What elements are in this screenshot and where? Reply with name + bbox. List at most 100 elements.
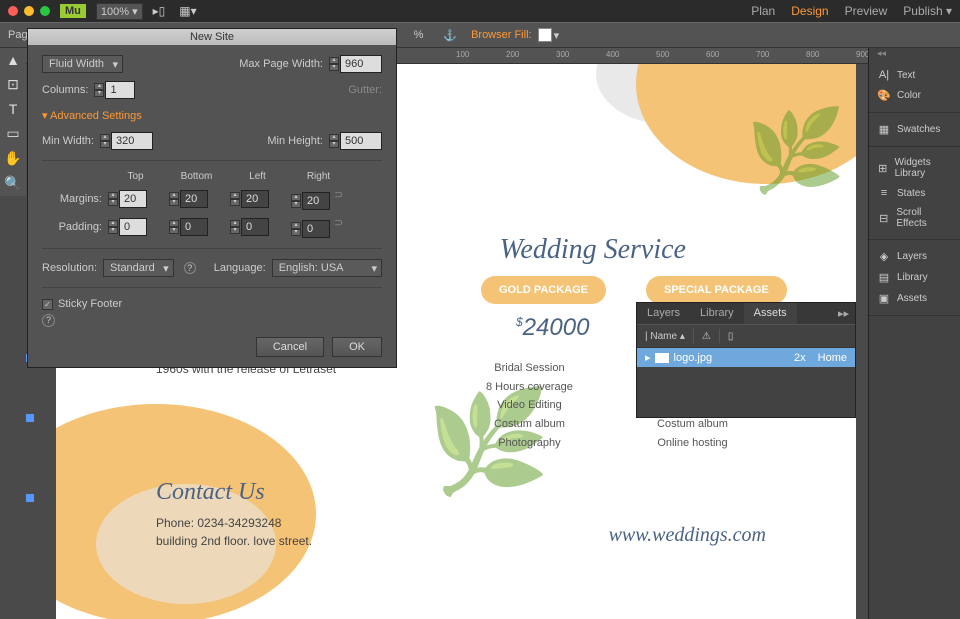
view-mode-icon[interactable]: ▦▾ — [175, 4, 200, 18]
asset-filename: logo.jpg — [674, 352, 713, 364]
title-bar: Mu 100% ▾ ▸▯ ▦▾ Plan Design Preview Publ… — [0, 0, 960, 22]
dialog-title: New Site — [28, 29, 396, 45]
min-width-label: Min Width: — [42, 135, 94, 147]
margins-label: Margins: — [42, 193, 102, 205]
nav-plan[interactable]: Plan — [751, 4, 775, 18]
nav-preview[interactable]: Preview — [845, 4, 888, 18]
panel-text[interactable]: A|Text — [869, 65, 960, 85]
warning-column-icon: ⚠ — [702, 331, 711, 342]
language-select[interactable]: English: USA — [272, 259, 382, 277]
states-icon: ≡ — [877, 187, 891, 199]
anchor-icon[interactable]: ⚓ — [443, 29, 457, 42]
browser-fill-swatch[interactable] — [538, 28, 552, 42]
right-panel-dock: ◂◂ A|Text 🎨Color ▦Swatches ⊞Widgets Libr… — [868, 48, 960, 619]
advanced-settings-header[interactable]: Advanced Settings — [42, 109, 382, 122]
price-text: $24000 — [516, 314, 589, 342]
sticky-footer-checkbox[interactable]: ✓ — [42, 299, 53, 310]
assets-icon: ▣ — [877, 292, 891, 305]
browser-fill-label: Browser Fill: — [471, 29, 532, 41]
expand-panel-icon[interactable]: ▸▸ — [832, 303, 855, 324]
columns-input[interactable] — [105, 81, 135, 99]
close-window[interactable] — [8, 6, 18, 16]
text-tool[interactable]: T — [9, 101, 18, 117]
page-column-icon: ▯ — [728, 331, 734, 342]
zoom-level[interactable]: 100% ▾ — [96, 3, 143, 20]
layers-icon: ◈ — [877, 250, 891, 263]
nav-design[interactable]: Design — [791, 4, 828, 18]
zoom-tool[interactable]: 🔍 — [4, 175, 21, 192]
resolution-select[interactable]: Standard — [103, 259, 174, 277]
panel-swatches[interactable]: ▦Swatches — [869, 119, 960, 140]
rectangle-tool[interactable]: ▭ — [6, 125, 19, 142]
ok-button[interactable]: OK — [332, 337, 382, 357]
margin-top-input[interactable] — [119, 190, 147, 208]
swatches-icon: ▦ — [877, 123, 891, 136]
panel-layers[interactable]: ◈Layers — [869, 246, 960, 267]
margin-bottom-input[interactable] — [180, 190, 208, 208]
selection-tool[interactable]: ▲ — [6, 52, 20, 68]
asset-resolution: 2x — [794, 352, 806, 364]
collapse-panels-icon[interactable]: ◂◂ — [869, 48, 960, 59]
special-package-button[interactable]: SPECIAL PACKAGE — [646, 276, 787, 304]
min-height-label: Min Height: — [267, 135, 323, 147]
asset-thumbnail — [655, 353, 669, 363]
panel-scroll[interactable]: ⊟Scroll Effects — [869, 203, 960, 233]
minimize-window[interactable] — [24, 6, 34, 16]
library-icon: ▤ — [877, 271, 891, 284]
max-page-width-label: Max Page Width: — [239, 58, 323, 70]
gold-package-button[interactable]: GOLD PACKAGE — [481, 276, 606, 304]
min-width-input[interactable] — [111, 132, 153, 150]
heading-wedding-service: Wedding Service — [500, 234, 686, 266]
page-label: Pag — [8, 29, 28, 41]
nav-publish[interactable]: Publish ▾ — [903, 4, 952, 18]
tab-library[interactable]: Library — [690, 303, 744, 324]
panel-states[interactable]: ≡States — [869, 183, 960, 203]
margin-left-input[interactable] — [241, 190, 269, 208]
pin-icon[interactable]: ▸▯ — [149, 4, 170, 18]
palette-icon: 🎨 — [877, 89, 891, 102]
margin-right-input[interactable] — [302, 192, 330, 210]
link-padding-icon[interactable]: ⊃ — [334, 217, 343, 229]
gold-services-list: Bridal Session8 Hours coverage Video Edi… — [486, 359, 573, 452]
maximize-window[interactable] — [40, 6, 50, 16]
sticky-footer-label: Sticky Footer — [58, 298, 122, 310]
max-page-width-input[interactable] — [340, 55, 382, 73]
contact-heading: Contact Us — [156, 479, 312, 506]
padding-top-input[interactable] — [119, 218, 147, 236]
min-height-input[interactable] — [340, 132, 382, 150]
new-site-dialog: New Site Fluid Width Max Page Width: ▴▾ … — [27, 28, 397, 368]
panel-widgets[interactable]: ⊞Widgets Library — [869, 153, 960, 183]
assets-column-header[interactable]: | Name ▴ ⚠ ▯ — [637, 324, 855, 348]
padding-left-input[interactable] — [241, 218, 269, 236]
text-icon: A| — [877, 69, 891, 81]
padding-right-input[interactable] — [302, 220, 330, 238]
crop-tool[interactable]: ⊡ — [7, 76, 19, 93]
gutter-label: Gutter: — [348, 84, 382, 96]
app-logo: Mu — [60, 4, 86, 18]
padding-label: Padding: — [42, 221, 102, 233]
contact-phone: Phone: 0234-34293248 — [156, 514, 312, 532]
asset-row-logo[interactable]: ▸ logo.jpg 2x Home — [637, 348, 855, 367]
website-text: www.weddings.com — [609, 524, 766, 547]
cancel-button[interactable]: Cancel — [256, 337, 324, 357]
panel-assets[interactable]: ▣Assets — [869, 288, 960, 309]
tab-assets[interactable]: Assets — [744, 303, 797, 324]
expand-asset-icon[interactable]: ▸ — [645, 351, 651, 364]
assets-floating-panel: Layers Library Assets ▸▸ | Name ▴ ⚠ ▯ ▸ … — [636, 302, 856, 418]
link-margins-icon[interactable]: ⊃ — [334, 189, 343, 201]
scroll-icon: ⊟ — [877, 212, 890, 225]
panel-library[interactable]: ▤Library — [869, 267, 960, 288]
language-label: Language: — [214, 262, 266, 274]
layout-select[interactable]: Fluid Width — [42, 55, 123, 73]
dialog-help-icon[interactable]: ? — [42, 314, 55, 327]
widgets-icon: ⊞ — [877, 162, 889, 175]
help-icon[interactable]: ? — [184, 262, 196, 274]
tab-layers[interactable]: Layers — [637, 303, 690, 324]
toolbox: ▲ ⊡ T ▭ ✋ 🔍 — [0, 48, 26, 196]
panel-color[interactable]: 🎨Color — [869, 85, 960, 106]
contact-address: building 2nd floor. love street. — [156, 532, 312, 550]
resolution-label: Resolution: — [42, 262, 97, 274]
hand-tool[interactable]: ✋ — [4, 150, 21, 167]
asset-page: Home — [818, 352, 847, 364]
padding-bottom-input[interactable] — [180, 218, 208, 236]
